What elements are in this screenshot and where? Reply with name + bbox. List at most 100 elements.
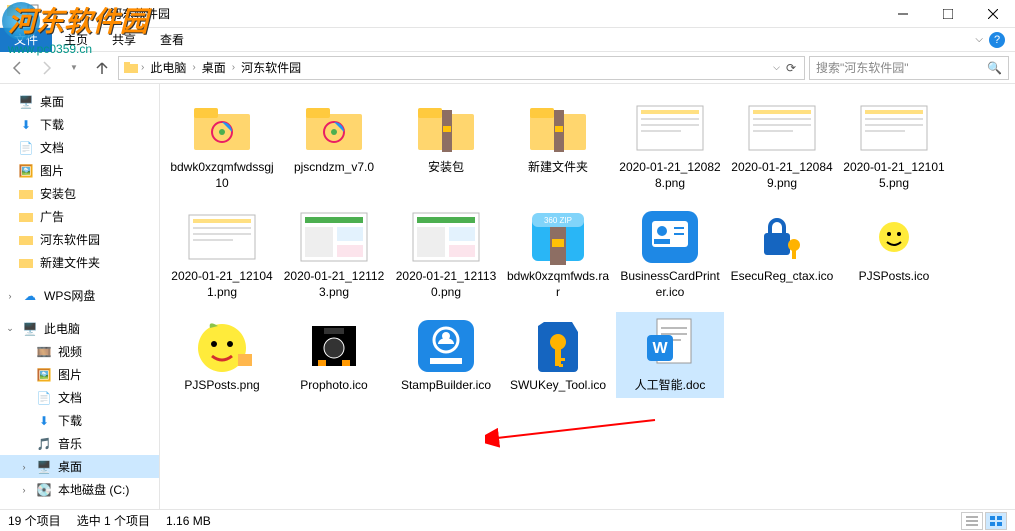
- nav-pictures[interactable]: 🖼️图片: [0, 159, 159, 182]
- nav-hd[interactable]: 河东软件园: [0, 228, 159, 251]
- tab-view[interactable]: 查看: [148, 27, 196, 52]
- file-label: 新建文件夹: [528, 160, 588, 176]
- file-item[interactable]: W人工智能.doc: [616, 312, 724, 398]
- properties-icon[interactable]: [26, 3, 42, 24]
- file-item[interactable]: EsecuReg_ctax.ico: [728, 203, 836, 304]
- up-button[interactable]: [90, 56, 114, 80]
- pictures-icon: 🖼️: [36, 367, 52, 383]
- search-input[interactable]: 搜索"河东软件园" 🔍: [809, 56, 1009, 80]
- file-label: pjscndzm_v7.0: [294, 160, 374, 176]
- file-item[interactable]: 2020-01-21_120849.png: [728, 94, 836, 195]
- refresh-icon[interactable]: ⟳: [782, 61, 800, 75]
- file-view[interactable]: bdwk0xzqmfwdssgj10 pjscndzm_v7.0 安装包 新建文件夹 2…: [160, 84, 1015, 509]
- file-item[interactable]: Prophoto.ico: [280, 312, 388, 398]
- folder-icon: [18, 232, 34, 248]
- expand-icon[interactable]: ›: [18, 485, 30, 495]
- expand-icon[interactable]: ›: [4, 291, 16, 301]
- file-item[interactable]: pjscndzm_v7.0: [280, 94, 388, 195]
- navigation-pane[interactable]: 🖥️桌面 ⬇下载 📄文档 🖼️图片 安装包 广告 河东软件园 新建文件夹 ›☁W…: [0, 84, 160, 509]
- desktop-icon: 🖥️: [36, 459, 52, 475]
- minimize-button[interactable]: [880, 0, 925, 28]
- file-item[interactable]: bdwk0xzqmfwdssgj10: [168, 94, 276, 195]
- forward-button[interactable]: [34, 56, 58, 80]
- file-label: StampBuilder.ico: [401, 378, 491, 394]
- file-item[interactable]: 新建文件夹: [504, 94, 612, 195]
- nav-desktop2[interactable]: ›🖥️桌面: [0, 455, 159, 478]
- address-bar[interactable]: › 此电脑 › 桌面 › 河东软件园 ⌵ ⟳: [118, 56, 805, 80]
- file-item[interactable]: 2020-01-21_121015.png: [840, 94, 948, 195]
- document-icon: 📄: [36, 390, 52, 406]
- file-icon: W: [635, 316, 705, 376]
- breadcrumb-folder[interactable]: 河东软件园: [237, 59, 305, 76]
- collapse-icon[interactable]: ⌄: [4, 323, 16, 334]
- help-icon[interactable]: ?: [989, 32, 1005, 48]
- pc-icon: 🖥️: [22, 321, 38, 337]
- nav-music[interactable]: 🎵音乐: [0, 432, 159, 455]
- nav-downloads[interactable]: ⬇下载: [0, 113, 159, 136]
- breadcrumb-pc[interactable]: 此电脑: [146, 59, 190, 76]
- chevron-right-icon[interactable]: ›: [192, 62, 195, 73]
- nav-desktop[interactable]: 🖥️桌面: [0, 90, 159, 113]
- nav-video[interactable]: 🎞️视频: [0, 340, 159, 363]
- nav-thispc[interactable]: ⌄🖥️此电脑: [0, 317, 159, 340]
- expand-icon[interactable]: ›: [18, 462, 30, 472]
- file-label: SWUKey_Tool.ico: [510, 378, 606, 394]
- file-item[interactable]: SWUKey_Tool.ico: [504, 312, 612, 398]
- svg-text:360 ZIP: 360 ZIP: [544, 216, 572, 225]
- nav-documents2[interactable]: 📄文档: [0, 386, 159, 409]
- nav-pkg[interactable]: 安装包: [0, 182, 159, 205]
- chevron-right-icon[interactable]: ›: [141, 62, 144, 73]
- tab-share[interactable]: 共享: [100, 27, 148, 52]
- nav-wps[interactable]: ›☁WPS网盘: [0, 284, 159, 307]
- close-button[interactable]: [970, 0, 1015, 28]
- file-item[interactable]: BusinessCardPrinter.ico: [616, 203, 724, 304]
- chevron-right-icon[interactable]: ›: [232, 62, 235, 73]
- maximize-button[interactable]: [925, 0, 970, 28]
- file-icon: [187, 98, 257, 158]
- file-label: PJSPosts.ico: [859, 269, 930, 285]
- file-label: BusinessCardPrinter.ico: [618, 269, 722, 300]
- qat-dropdown-icon[interactable]: ▼: [46, 9, 54, 18]
- file-item[interactable]: 2020-01-21_121041.png: [168, 203, 276, 304]
- file-item[interactable]: 2020-01-21_121123.png: [280, 203, 388, 304]
- file-icon: [411, 316, 481, 376]
- search-icon: 🔍: [987, 61, 1002, 75]
- ribbon-expand-icon[interactable]: ⌵: [975, 34, 983, 45]
- folder-icon: [18, 186, 34, 202]
- file-icon: [523, 316, 593, 376]
- folder-icon: [18, 209, 34, 225]
- recent-dropdown[interactable]: ▼: [62, 56, 86, 80]
- address-row: ▼ › 此电脑 › 桌面 › 河东软件园 ⌵ ⟳ 搜索"河东软件园" 🔍: [0, 52, 1015, 84]
- file-icon: [747, 98, 817, 158]
- details-view-button[interactable]: [961, 512, 983, 530]
- address-dropdown-icon[interactable]: ⌵: [773, 62, 780, 73]
- breadcrumb-desktop[interactable]: 桌面: [198, 59, 230, 76]
- folder-icon: [18, 255, 34, 271]
- nav-newfolder[interactable]: 新建文件夹: [0, 251, 159, 274]
- file-item[interactable]: 2020-01-21_120828.png: [616, 94, 724, 195]
- tab-home[interactable]: 主页: [52, 27, 100, 52]
- file-item[interactable]: 360 ZIPbdwk0xzqmfwds.rar: [504, 203, 612, 304]
- file-item[interactable]: 2020-01-21_121130.png: [392, 203, 500, 304]
- file-label: 2020-01-21_121123.png: [282, 269, 386, 300]
- file-item[interactable]: PJSPosts.ico: [840, 203, 948, 304]
- nav-ads[interactable]: 广告: [0, 205, 159, 228]
- nav-downloads2[interactable]: ⬇下载: [0, 409, 159, 432]
- file-icon: [859, 98, 929, 158]
- file-item[interactable]: StampBuilder.ico: [392, 312, 500, 398]
- file-item[interactable]: PJSPosts.png: [168, 312, 276, 398]
- folder-icon: [6, 3, 22, 24]
- file-label: 安装包: [428, 160, 464, 176]
- icons-view-button[interactable]: [985, 512, 1007, 530]
- file-item[interactable]: 安装包: [392, 94, 500, 195]
- file-label: PJSPosts.png: [184, 378, 259, 394]
- nav-localdisk[interactable]: ›💽本地磁盘 (C:): [0, 478, 159, 501]
- nav-pictures2[interactable]: 🖼️图片: [0, 363, 159, 386]
- back-button[interactable]: [6, 56, 30, 80]
- tab-file[interactable]: 文件: [0, 28, 52, 52]
- file-label: 2020-01-21_121015.png: [842, 160, 946, 191]
- nav-documents[interactable]: 📄文档: [0, 136, 159, 159]
- download-icon: ⬇: [36, 413, 52, 429]
- folder-icon: [123, 60, 139, 76]
- file-icon: [299, 316, 369, 376]
